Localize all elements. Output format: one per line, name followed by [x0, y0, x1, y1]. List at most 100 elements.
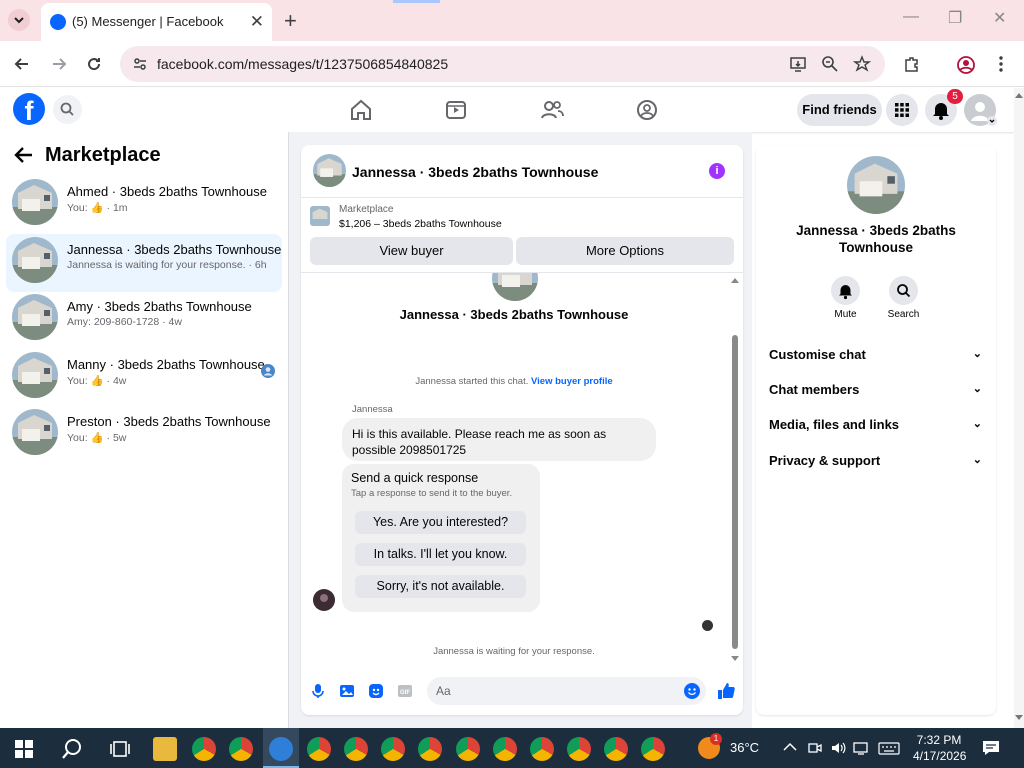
meet-now-icon[interactable] — [808, 740, 822, 756]
chat-list-panel: Marketplace Ahmed · 3beds 2baths Townhou… — [0, 132, 289, 728]
quick-response-option[interactable]: Yes. Are you interested? — [355, 511, 526, 534]
privacy-support-row[interactable]: Privacy & support ⌄ — [769, 453, 982, 468]
new-tab-button[interactable]: + — [284, 8, 297, 34]
mute-button[interactable] — [831, 276, 860, 305]
chat-members-row[interactable]: Chat members ⌄ — [769, 382, 982, 397]
active-app-slot[interactable] — [263, 728, 299, 768]
task-view-icon[interactable] — [110, 739, 130, 759]
chrome-profile-icon[interactable] — [307, 737, 331, 761]
account-chevron-icon[interactable] — [987, 116, 997, 126]
chrome-profile-icon[interactable] — [493, 737, 517, 761]
view-buyer-profile-link[interactable]: View buyer profile — [531, 376, 613, 387]
page-scrollbar[interactable] — [1014, 88, 1024, 728]
chrome-profile-icon[interactable] — [641, 737, 665, 761]
facebook-logo-icon[interactable]: f — [13, 93, 45, 125]
home-nav-icon[interactable] — [346, 95, 376, 125]
quick-response-option[interactable]: In talks. I'll let you know. — [355, 543, 526, 566]
tab-search-button[interactable] — [8, 9, 30, 31]
chat-name: Jannessa · 3beds 2baths Townhouse — [67, 242, 282, 257]
chrome-profile-icon[interactable] — [344, 737, 368, 761]
chrome-menu-icon[interactable] — [996, 55, 1006, 73]
volume-icon[interactable] — [830, 740, 846, 756]
chrome-profile-icon[interactable] — [530, 737, 554, 761]
back-icon[interactable] — [13, 55, 31, 73]
chrome-profile-icon[interactable] — [381, 737, 405, 761]
chrome-profile-icon[interactable] — [604, 737, 628, 761]
show-hidden-icons-icon[interactable] — [783, 742, 797, 752]
microphone-icon[interactable] — [310, 683, 326, 699]
install-app-icon[interactable] — [789, 55, 807, 73]
chrome-profile-icon[interactable] — [567, 737, 591, 761]
quick-response-option[interactable]: Sorry, it's not available. — [355, 575, 526, 598]
conversation-title[interactable]: Jannessa · 3beds 2baths Townhouse — [352, 164, 598, 180]
keyboard-icon[interactable] — [878, 740, 900, 756]
network-icon[interactable] — [853, 740, 869, 756]
scroll-up-icon[interactable] — [731, 277, 739, 283]
find-friends-button[interactable]: Find friends — [797, 94, 882, 126]
restore-icon[interactable]: ❐ — [948, 8, 962, 28]
grid-icon — [895, 103, 909, 117]
scrollbar-thumb[interactable] — [732, 335, 738, 649]
back-arrow-icon[interactable] — [14, 146, 34, 164]
profile-icon[interactable] — [956, 55, 976, 75]
chat-item[interactable]: Ahmed · 3beds 2baths Townhouse You: 👍 · … — [6, 176, 282, 234]
chat-item[interactable]: Amy · 3beds 2baths Townhouse Amy: 209-86… — [6, 291, 282, 349]
zoom-icon[interactable] — [821, 55, 839, 73]
menu-grid-button[interactable] — [886, 94, 918, 126]
windows-start-icon[interactable] — [15, 740, 33, 758]
mute-label: Mute — [834, 309, 857, 320]
address-toolbar: facebook.com/messages/t/1237506854840825 — [0, 41, 1024, 87]
taskbar-search-icon[interactable] — [61, 738, 83, 760]
photo-icon[interactable] — [339, 683, 355, 699]
message-scrollbar[interactable] — [730, 277, 740, 663]
friends-nav-icon[interactable] — [537, 95, 567, 125]
message-bubble[interactable]: Hi is this available. Please reach me as… — [342, 418, 656, 461]
emoji-icon[interactable] — [684, 683, 700, 699]
forward-icon[interactable] — [50, 55, 68, 73]
chrome-app-icon[interactable] — [229, 737, 253, 761]
like-icon[interactable] — [716, 681, 736, 701]
view-buyer-button[interactable]: View buyer — [310, 237, 513, 265]
chat-item[interactable]: Manny · 3beds 2baths Townhouse You: 👍 · … — [6, 349, 282, 407]
buyer-avatar[interactable] — [313, 589, 335, 611]
message-input[interactable]: Aa — [427, 677, 706, 705]
page-scroll-down-icon[interactable] — [1015, 715, 1023, 721]
file-explorer-icon[interactable] — [153, 737, 177, 761]
page-scroll-up-icon[interactable] — [1015, 92, 1023, 98]
extensions-icon[interactable] — [903, 55, 921, 73]
bookmark-star-icon[interactable] — [853, 55, 871, 73]
facebook-search-button[interactable] — [53, 95, 82, 124]
chrome-app-icon[interactable] — [192, 737, 216, 761]
chat-item[interactable]: Preston · 3beds 2baths Townhouse You: 👍 … — [6, 406, 282, 464]
listing-price[interactable]: $1,206 – 3beds 2baths Townhouse — [339, 218, 502, 230]
temperature[interactable]: 36°C — [730, 740, 759, 755]
info-icon[interactable]: i — [709, 163, 725, 179]
gif-icon[interactable]: GIF — [397, 683, 413, 699]
media-files-row[interactable]: Media, files and links ⌄ — [769, 417, 982, 432]
clock-date[interactable]: 4/17/2026 — [913, 749, 966, 763]
notification-badge: 5 — [947, 89, 963, 104]
video-nav-icon[interactable] — [441, 95, 471, 125]
listing-thumbnail — [310, 206, 330, 226]
scroll-down-icon[interactable] — [731, 656, 739, 662]
chrome-profile-icon[interactable] — [418, 737, 442, 761]
panel-title: Marketplace — [45, 144, 161, 166]
customise-chat-row[interactable]: Customise chat ⌄ — [769, 347, 982, 362]
search-in-chat-button[interactable] — [889, 276, 918, 305]
window-close-icon[interactable]: ✕ — [993, 8, 1006, 28]
sticker-icon[interactable] — [368, 683, 384, 699]
omnibox[interactable]: facebook.com/messages/t/1237506854840825 — [120, 46, 885, 82]
site-info-icon[interactable] — [132, 56, 148, 72]
chrome-profile-icon[interactable] — [456, 737, 480, 761]
reload-icon[interactable] — [85, 55, 103, 73]
weather-badge: 1 — [710, 733, 722, 745]
notification-center-icon[interactable] — [982, 740, 1000, 756]
close-tab-icon[interactable]: ✕ — [250, 12, 264, 32]
chat-item-active[interactable]: Jannessa · 3beds 2baths Townhouse Jannes… — [6, 234, 282, 292]
minimize-icon[interactable]: — — [903, 8, 919, 26]
clock-time[interactable]: 7:32 PM — [913, 733, 965, 747]
browser-tab[interactable]: (5) Messenger | Facebook ✕ — [41, 3, 272, 41]
more-options-button[interactable]: More Options — [516, 237, 734, 265]
groups-nav-icon[interactable] — [632, 95, 662, 125]
conversation-avatar[interactable] — [313, 154, 346, 187]
